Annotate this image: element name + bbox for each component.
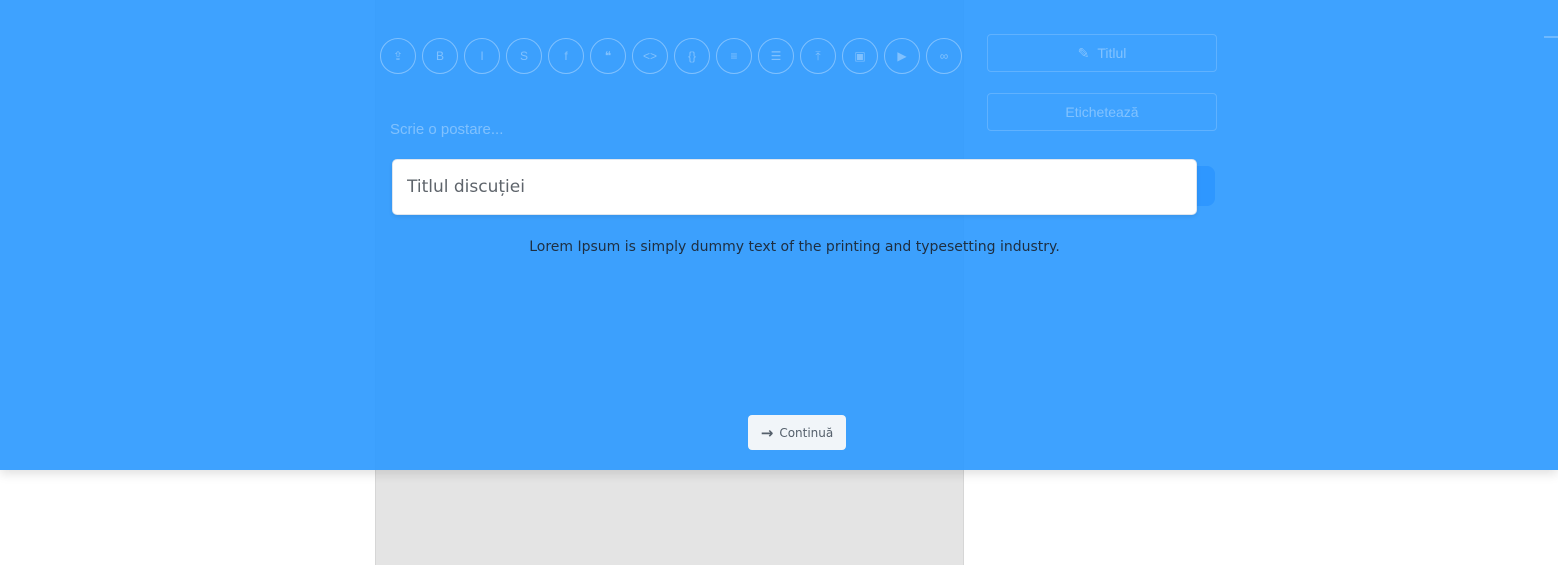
editor-toolbar: ⇪ B I S f ❝ <> {} ≡ ☰ ⤒ ▣ ▶ ∞ [380, 38, 962, 74]
pencil-icon: ✎ [1077, 44, 1090, 61]
image-upload-icon[interactable]: ⤒ [800, 38, 836, 74]
image-icon[interactable]: ▣ [842, 38, 878, 74]
strikethrough-icon[interactable]: S [506, 38, 542, 74]
continue-label: Continuă [779, 425, 834, 440]
video-icon[interactable]: ▶ [884, 38, 920, 74]
link-icon[interactable]: f [548, 38, 584, 74]
quote-icon[interactable]: ❝ [590, 38, 626, 74]
link-alt-icon[interactable]: ∞ [926, 38, 962, 74]
bold-icon[interactable]: B [422, 38, 458, 74]
sidebar-title-box: ✎ Titlul [987, 34, 1217, 72]
sidebar-title-label: Titlul [1097, 45, 1127, 61]
title-overlay: ⇪ B I S f ❝ <> {} ≡ ☰ ⤒ ▣ ▶ ∞ Scrie o po… [0, 0, 1558, 470]
arrow-right-icon: → [760, 423, 774, 442]
discussion-title-input[interactable] [392, 159, 1197, 215]
italic-icon[interactable]: I [464, 38, 500, 74]
list-icon[interactable]: ≡ [716, 38, 752, 74]
post-placeholder: Scrie o postare... [390, 121, 504, 138]
code-block-icon[interactable]: {} [674, 38, 710, 74]
code-icon[interactable]: <> [632, 38, 668, 74]
numbered-list-icon[interactable]: ☰ [758, 38, 794, 74]
sidebar-tags-box: Etichetează [987, 93, 1217, 131]
overlay-corner [1544, 36, 1558, 38]
share-icon[interactable]: ⇪ [380, 38, 416, 74]
hint-text: Lorem Ipsum is simply dummy text of the … [529, 239, 1060, 255]
continue-button[interactable]: → Continuă [748, 415, 846, 450]
sidebar-tags-label: Etichetează [1065, 104, 1139, 120]
